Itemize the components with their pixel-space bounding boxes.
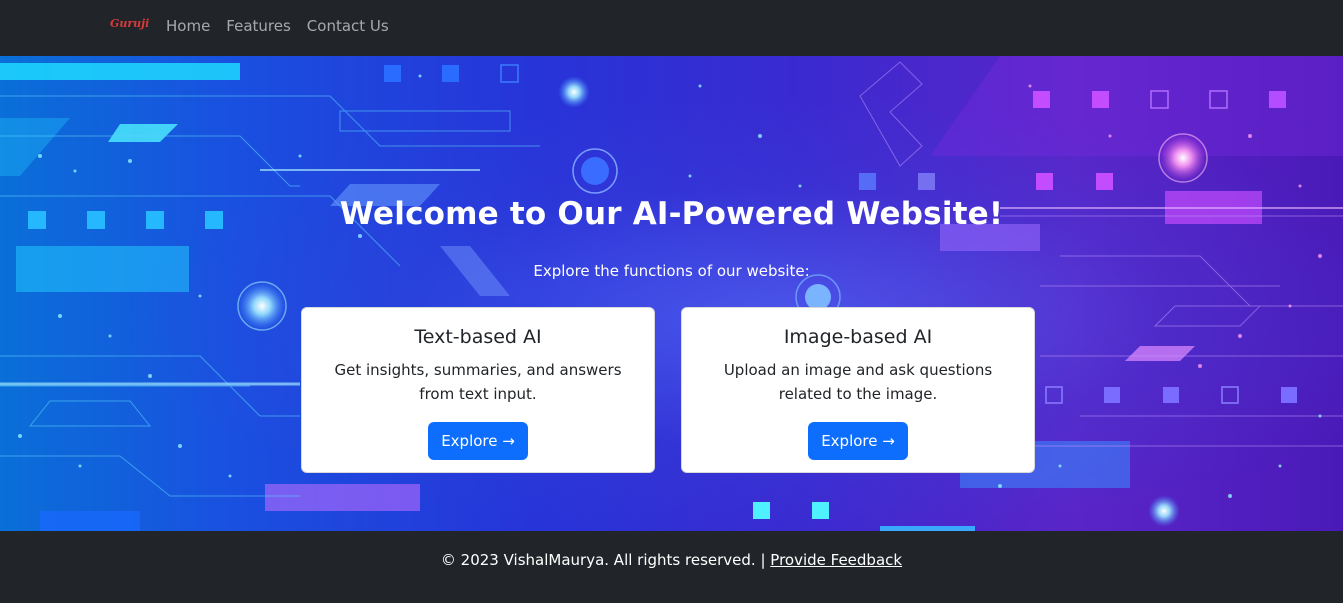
hero-title: Welcome to Our AI-Powered Website! (339, 196, 1004, 232)
card-image-based-ai: Image-based AI Upload an image and ask q… (681, 307, 1035, 473)
card-title: Text-based AI (414, 326, 542, 348)
nav-features[interactable]: Features (226, 16, 291, 36)
nav-home[interactable]: Home (166, 16, 210, 36)
provide-feedback-link[interactable]: Provide Feedback (770, 551, 902, 569)
explore-text-ai-button[interactable]: Explore → (428, 422, 528, 460)
card-text: Get insights, summaries, and answers fro… (334, 361, 622, 403)
card-text-based-ai: Text-based AI Get insights, summaries, a… (301, 307, 655, 473)
explore-image-ai-button[interactable]: Explore → (808, 422, 908, 460)
footer: © 2023 VishalMaurya. All rights reserved… (0, 531, 1343, 603)
nav-contact-us[interactable]: Contact Us (307, 16, 389, 36)
brand-logo[interactable]: Guruji (110, 17, 149, 30)
card-title: Image-based AI (783, 326, 933, 348)
navbar: Guruji Home Features Contact Us (0, 0, 1343, 56)
nav-links: Home Features Contact Us (166, 16, 389, 36)
hero-section: Welcome to Our AI-Powered Website! Explo… (0, 56, 1343, 531)
hero-background-art (0, 56, 1343, 531)
footer-copyright: © 2023 VishalMaurya. All rights reserved… (440, 551, 766, 569)
card-text: Upload an image and ask questions relate… (723, 361, 993, 403)
hero-subtitle: Explore the functions of our website: (533, 262, 810, 280)
